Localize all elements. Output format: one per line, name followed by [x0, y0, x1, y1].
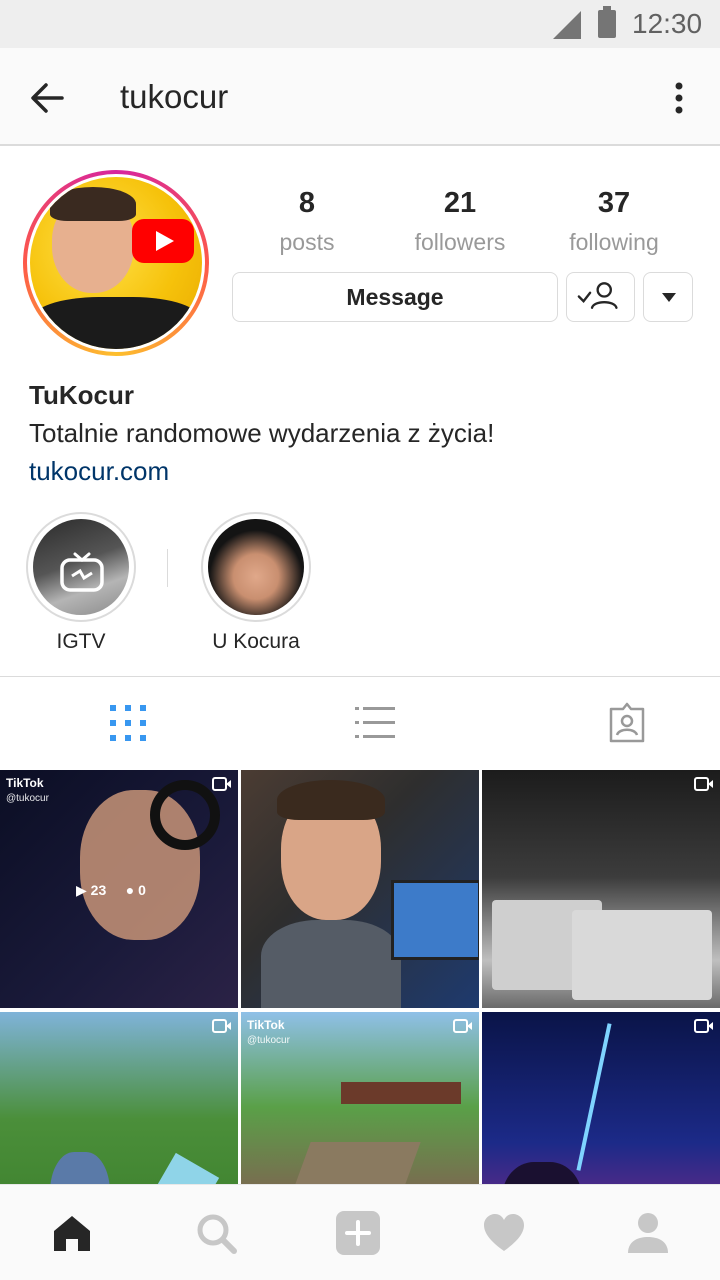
following-person-check-icon: [577, 282, 618, 309]
heart-icon[interactable]: [482, 1211, 526, 1255]
comment-icon: ●: [125, 882, 135, 898]
stat-followers-value: 21: [443, 187, 477, 219]
stat-posts-value: 8: [298, 187, 316, 219]
profile-username: tukocur: [120, 78, 229, 115]
suggestions-dropdown-button[interactable]: [643, 272, 693, 322]
video-icon: [694, 777, 713, 791]
highlight-u-kocura-label: U Kocura: [212, 630, 300, 653]
play-count: 23: [90, 882, 107, 898]
tiktok-handle: @tukocur: [6, 793, 49, 804]
add-icon[interactable]: [336, 1211, 380, 1255]
post-thumbnail[interactable]: TikTok @tukocur ▶ 23 ● 0: [0, 770, 238, 1008]
avatar-image: [30, 177, 202, 349]
highlight-divider: [167, 549, 168, 587]
post-thumbnail[interactable]: TikTok @tukocur: [241, 1012, 479, 1184]
profile-stats: 8 posts 21 followers 37 following: [232, 184, 692, 264]
profile-bio: Totalnie randomowe wydarzenia z życia!: [29, 418, 495, 448]
youtube-play-icon: [132, 219, 194, 263]
status-bar: 12:30: [0, 0, 720, 48]
video-icon: [453, 1019, 472, 1033]
profile-website-link[interactable]: tukocur.com: [29, 456, 169, 487]
tiktok-stats: ▶ 23 ● 0: [76, 882, 146, 899]
list-icon[interactable]: [353, 701, 397, 745]
search-icon[interactable]: [194, 1211, 238, 1255]
stat-following-value: 37: [597, 187, 631, 219]
video-icon: [212, 777, 231, 791]
stat-following-label: following: [569, 229, 659, 255]
profile-tabs: [0, 676, 720, 768]
stat-posts[interactable]: 8 posts: [232, 184, 382, 262]
tiktok-label: TikTok: [6, 776, 44, 790]
post-thumbnail[interactable]: [0, 1012, 238, 1184]
grid-icon[interactable]: [106, 701, 150, 745]
tagged-icon[interactable]: [605, 701, 649, 745]
profile-icon[interactable]: [626, 1211, 670, 1255]
posts-grid: TikTok @tukocur ▶ 23 ● 0 TikTok @tukocur: [0, 770, 720, 1184]
app-header: tukocur: [0, 48, 720, 146]
profile-avatar[interactable]: [23, 170, 209, 356]
tiktok-label: TikTok: [247, 1018, 285, 1032]
post-thumbnail[interactable]: [482, 1012, 720, 1184]
stat-followers-label: followers: [414, 229, 506, 255]
igtv-icon: [60, 552, 104, 592]
highlight-u-kocura[interactable]: U Kocura: [201, 512, 311, 654]
signal-icon: [553, 11, 581, 39]
status-time: 12:30: [632, 8, 703, 39]
play-icon: ▶: [76, 882, 87, 898]
tiktok-watermark: TikTok @tukocur: [6, 776, 49, 806]
video-icon: [212, 1019, 231, 1033]
home-icon[interactable]: [50, 1211, 94, 1255]
arrow-left-icon[interactable]: [26, 76, 70, 120]
stat-posts-label: posts: [279, 229, 335, 255]
tiktok-handle: @tukocur: [247, 1035, 290, 1046]
message-button[interactable]: Message: [232, 272, 558, 322]
tiktok-watermark: TikTok @tukocur: [247, 1018, 290, 1048]
video-icon: [694, 1019, 713, 1033]
bottom-navigation: [0, 1184, 720, 1280]
post-thumbnail[interactable]: [482, 770, 720, 1008]
stat-following[interactable]: 37 following: [539, 184, 689, 262]
highlight-u-kocura-cover: [208, 519, 304, 615]
highlight-igtv[interactable]: IGTV: [26, 512, 136, 654]
stat-followers[interactable]: 21 followers: [385, 184, 535, 262]
battery-icon: [598, 6, 616, 38]
caret-down-icon: [662, 293, 676, 302]
highlight-igtv-label: IGTV: [56, 630, 106, 653]
following-button[interactable]: [566, 272, 635, 322]
profile-full-name: TuKocur: [29, 380, 134, 410]
comment-count: 0: [138, 882, 146, 898]
more-vertical-icon[interactable]: [664, 78, 694, 118]
post-thumbnail[interactable]: [241, 770, 479, 1008]
